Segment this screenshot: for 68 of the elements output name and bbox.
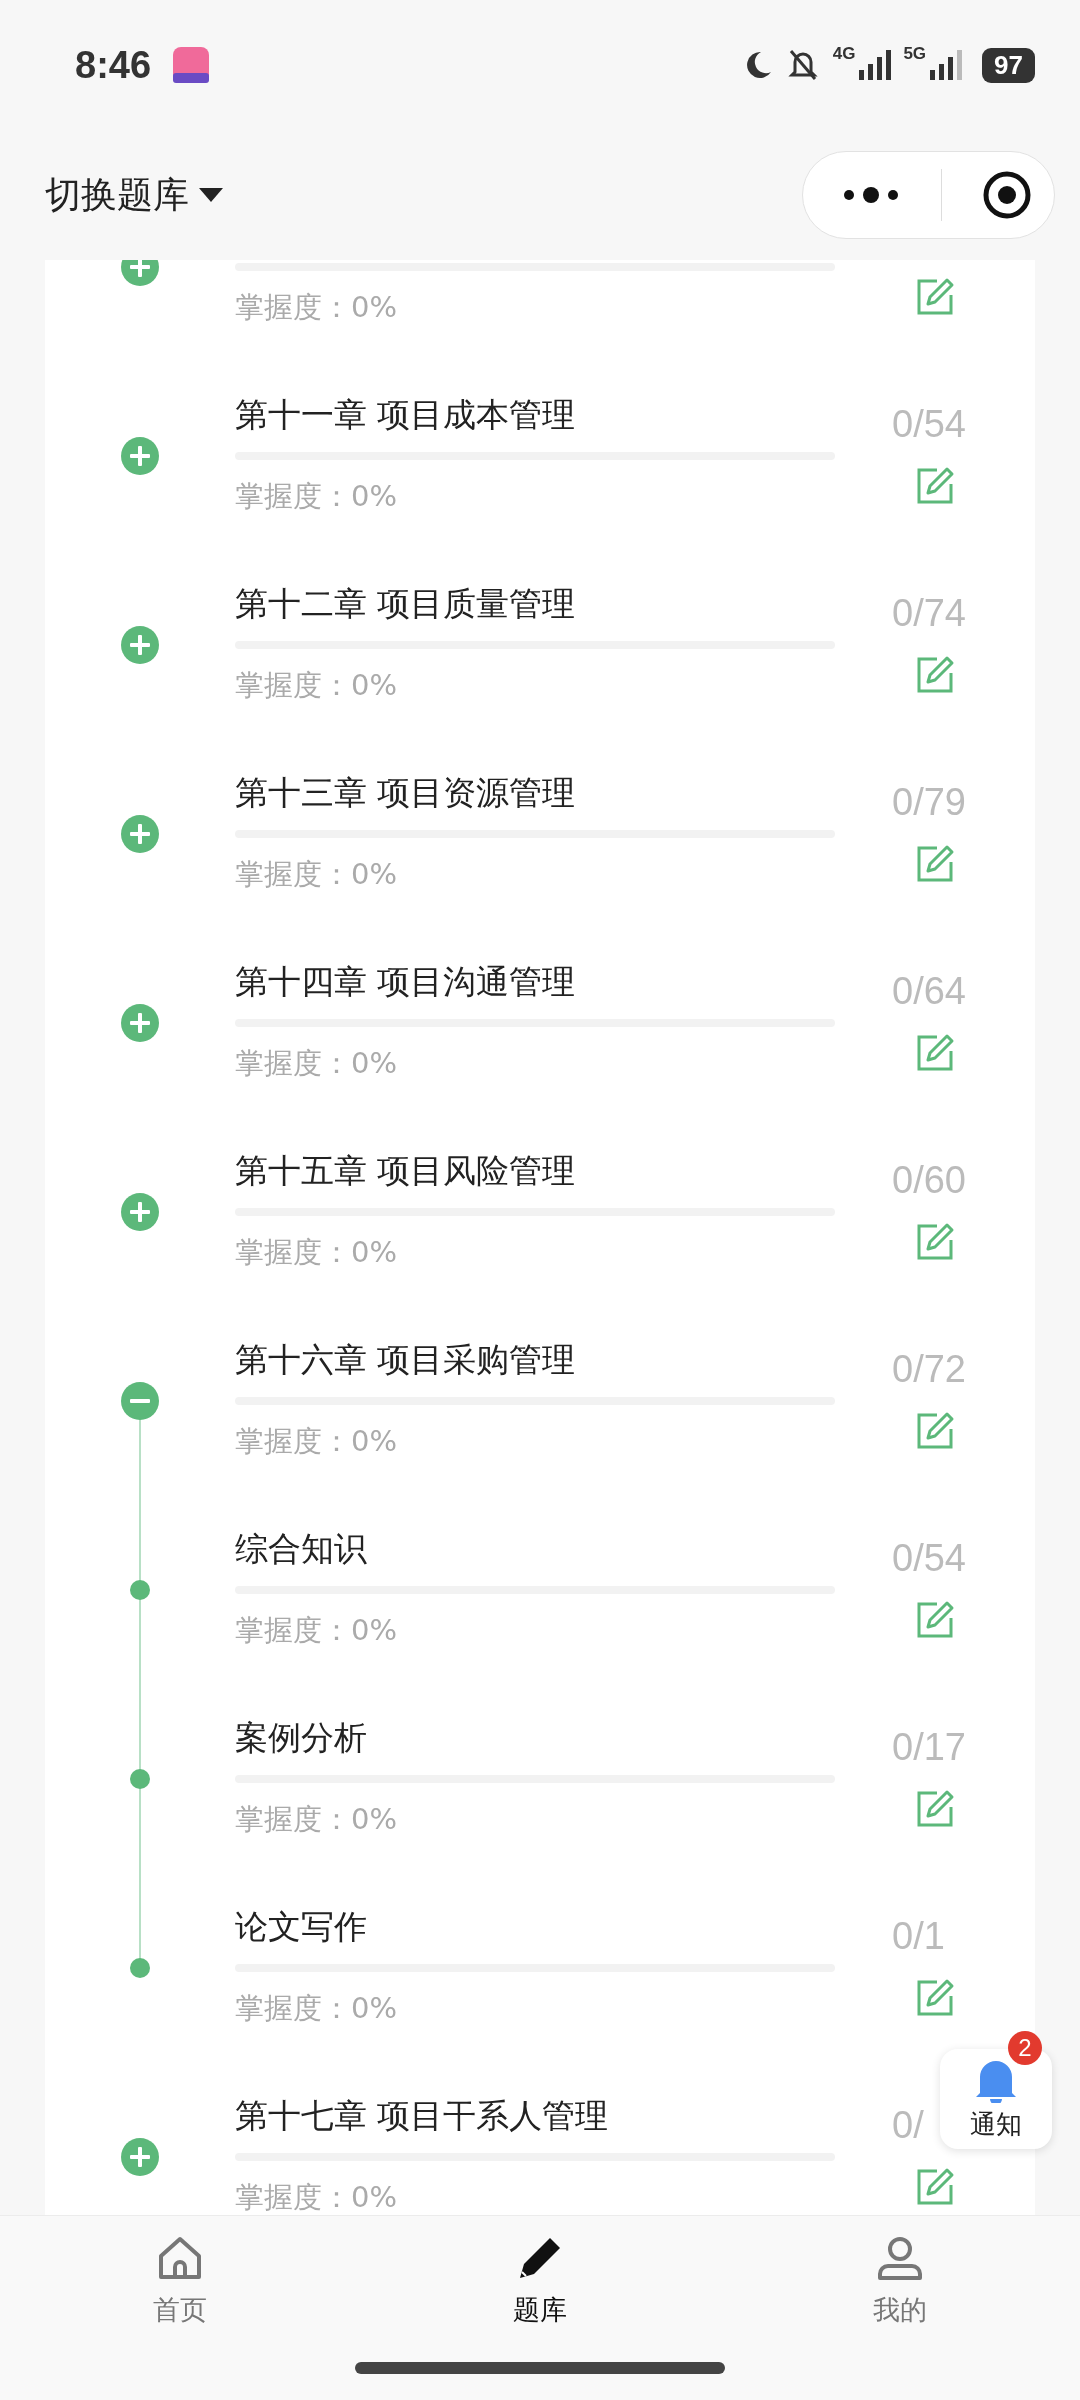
mastery-text: 掌握度：0% [235, 1045, 398, 1082]
expand-icon[interactable] [121, 2138, 159, 2176]
signal-icon [859, 50, 894, 80]
edit-icon[interactable] [915, 1600, 955, 1640]
question-count: 0/1 [892, 1914, 946, 1959]
app-icon [173, 47, 210, 83]
mastery-text: 掌握度：0% [235, 289, 398, 326]
chapter-title[interactable]: 第十七章 项目干系人管理 [235, 2091, 835, 2141]
edit-icon[interactable] [915, 1411, 955, 1451]
edit-icon[interactable] [915, 1789, 955, 1829]
clock-time: 8:46 [75, 43, 152, 87]
chapter-title[interactable]: 第十三章 项目资源管理 [235, 768, 835, 818]
battery-level: 97 [982, 47, 1035, 83]
tab-item[interactable]: 首页 [0, 2234, 360, 2344]
expand-icon[interactable] [121, 626, 159, 664]
expand-icon[interactable] [121, 815, 159, 853]
close-target-icon[interactable] [982, 170, 1032, 220]
edit-icon[interactable] [915, 655, 955, 695]
edit-icon[interactable] [915, 1033, 955, 1073]
question-count: 0/60 [892, 1158, 967, 1203]
person-icon [876, 2234, 924, 2282]
chapter-title[interactable]: 论文写作 [235, 1902, 835, 1952]
timeline-dot [130, 1580, 150, 1600]
caret-icon[interactable] [199, 188, 223, 202]
chapter-title[interactable]: 第十四章 项目沟通管理 [235, 957, 835, 1007]
question-count: 0/54 [892, 1536, 967, 1581]
mastery-text: 掌握度：0% [235, 1612, 398, 1649]
collapse-icon[interactable] [121, 1382, 159, 1420]
network-label: 4G [832, 44, 856, 64]
chapter-title[interactable]: 第十一章 项目成本管理 [235, 390, 835, 440]
edit-icon[interactable] [915, 1978, 955, 2018]
mastery-text: 掌握度：0% [235, 2179, 398, 2215]
question-count: 0/ [892, 2103, 925, 2148]
switch-bank-button[interactable]: 切换题库 [45, 170, 189, 220]
timeline-dot [130, 1769, 150, 1789]
expand-icon[interactable] [121, 1004, 159, 1042]
edit-icon[interactable] [915, 1222, 955, 1262]
mastery-text: 掌握度：0% [235, 856, 398, 893]
question-count: 0/79 [892, 780, 967, 825]
chapter-title[interactable]: 第十二章 项目质量管理 [235, 579, 835, 629]
network-label: 5G [903, 44, 927, 64]
question-count: 0/64 [892, 969, 967, 1014]
question-count: 0/72 [892, 1347, 967, 1392]
expand-icon[interactable] [121, 1193, 159, 1231]
home-icon [156, 2234, 204, 2282]
chapter-title[interactable]: 案例分析 [235, 1713, 835, 1763]
chapter-title[interactable]: 综合知识 [235, 1524, 835, 1574]
edit-icon[interactable] [915, 2167, 955, 2207]
mastery-text: 掌握度：0% [235, 1990, 398, 2027]
mastery-text: 掌握度：0% [235, 667, 398, 704]
question-count: 0/74 [892, 591, 967, 636]
tab-item[interactable]: 题库 [360, 2234, 720, 2344]
chapter-title[interactable]: 第十六章 项目采购管理 [235, 1335, 835, 1385]
signal-icon [930, 50, 965, 80]
question-count: 0/54 [892, 402, 967, 447]
expand-icon[interactable] [121, 437, 159, 475]
tab-item[interactable]: 我的 [720, 2234, 1080, 2344]
edit-icon[interactable] [915, 466, 955, 506]
mastery-text: 掌握度：0% [235, 478, 398, 515]
mastery-text: 掌握度：0% [235, 1423, 398, 1460]
question-count: 0/17 [892, 1725, 967, 1770]
chapter-title[interactable]: 第十五章 项目风险管理 [235, 1146, 835, 1196]
edit-icon[interactable] [915, 844, 955, 884]
edit-icon[interactable] [915, 277, 955, 317]
mastery-text: 掌握度：0% [235, 1801, 398, 1838]
mastery-text: 掌握度：0% [235, 1234, 398, 1271]
timeline-dot [130, 1958, 150, 1978]
more-icon[interactable] [841, 185, 901, 205]
